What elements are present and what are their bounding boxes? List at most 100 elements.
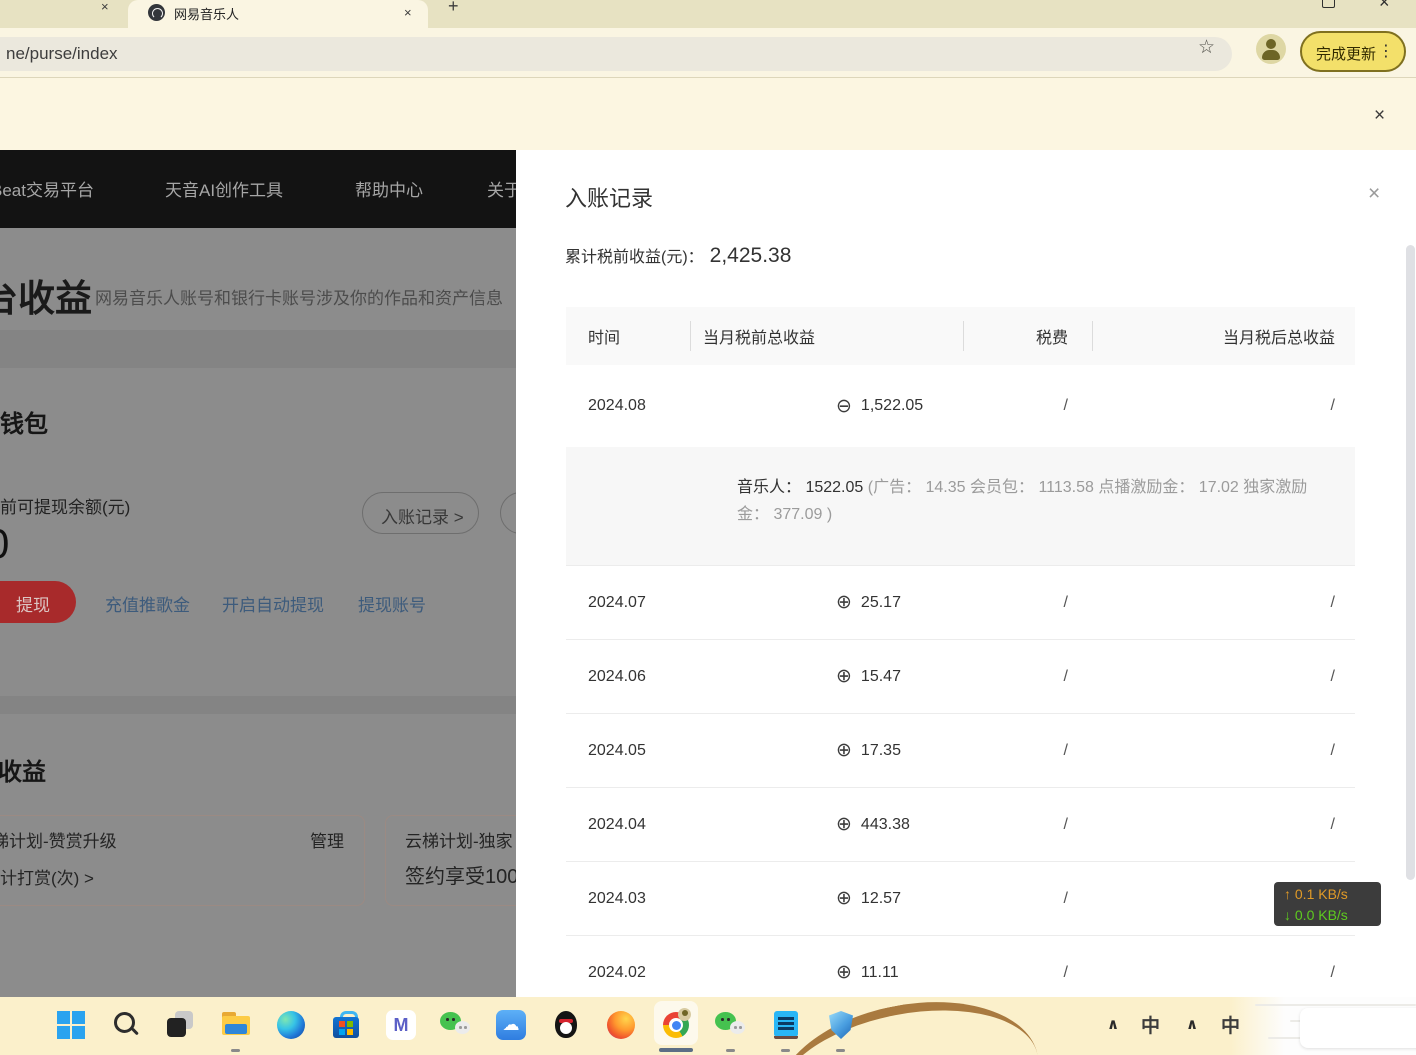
expand-icon[interactable]: ⊕ [836,593,852,612]
kebab-menu-icon[interactable]: ⋮ [1378,41,1394,61]
microsoft-store-icon[interactable] [330,1009,362,1041]
avatar-head [1266,39,1276,49]
income-records-panel: 入账记录 × 累计税前收益(元)：2,425.38 时间 当月税前总收益 税费 … [516,150,1416,997]
task-view-icon[interactable] [165,1009,197,1041]
plan-card2-title: 云梯计划-独家 [405,827,513,852]
windows-start-icon[interactable] [55,1009,87,1041]
row-tax-value: / [963,816,1092,834]
row-posttax-value: / [1092,397,1355,415]
firefox-icon[interactable] [605,1009,637,1041]
row-date: 2024.05 [566,742,690,760]
ime-indicator[interactable]: 中 [1221,1011,1240,1038]
expand-icon[interactable]: ⊕ [836,889,852,908]
detail-main: 音乐人： 1522.05 [737,479,868,496]
close-tab-icon[interactable]: × [404,6,412,19]
withdraw-button[interactable]: 提现 [0,581,76,623]
secondary-pill-button[interactable] [500,492,516,534]
row-tax-value: / [963,594,1092,612]
expand-icon[interactable]: ⊕ [836,741,852,760]
edge-icon[interactable] [275,1009,307,1041]
wallet-title: 的钱包 [0,404,48,439]
qq-icon[interactable] [550,1009,582,1041]
column-divider [690,321,691,351]
plan-card2-subtitle: 签约享受100 [405,860,516,889]
row-date: 2024.07 [566,594,690,612]
table-row[interactable]: 2024.02 ⊕11.11 / / [566,935,1355,997]
tray-popup [1300,1008,1416,1048]
ime-indicator[interactable]: 中 [1141,1011,1160,1038]
expand-icon[interactable]: ⊕ [836,963,852,982]
link-recharge[interactable]: 充值推歌金 [105,591,190,616]
file-explorer-icon[interactable] [220,1009,252,1041]
plan-card1-subtitle[interactable]: 累计打赏(次) > [0,864,94,889]
table-row[interactable]: 2024.05 ⊕17.35 / / [566,713,1355,787]
row-pretax-value: 1,522.05 [861,397,923,415]
table-row[interactable]: 2024.04 ⊕443.38 / / [566,787,1355,861]
row-tax-value: / [963,890,1092,908]
row-tax-value: / [963,964,1092,982]
plan-income-title: 划收益 [0,752,46,787]
tray-chevron-icon[interactable]: ∧ [1107,1015,1119,1033]
section-divider [0,330,516,368]
nav-item-about[interactable]: 关于 [487,176,516,201]
upload-speed: ↑ 0.1 KB/s [1284,884,1381,905]
wallpaper-streak [1255,1004,1416,1006]
scrollbar-thumb[interactable] [1406,245,1415,880]
row-tax-value: / [963,742,1092,760]
header-tax: 税费 [963,324,1092,348]
running-indicator [836,1049,845,1052]
link-withdraw-account[interactable]: 提现账号 [358,591,426,616]
row-posttax-value: / [1092,742,1355,760]
url-bar[interactable]: ne/purse/index [0,37,1232,71]
plan-card1-title: 云梯计划-赞赏升级 [0,827,117,852]
finish-update-button[interactable]: 完成更新 ⋮ [1300,31,1406,72]
table-header-row: 时间 当月税前总收益 税费 当月税后总收益 [566,307,1355,365]
tray-chevron-icon[interactable]: ∧ [1186,1015,1198,1033]
expand-icon[interactable]: ⊕ [836,815,852,834]
link-auto-withdraw[interactable]: 开启自动提现 [222,591,324,616]
tab-strip: × 网易音乐人 × + × [0,0,1416,28]
wechat-icon[interactable] [440,1009,472,1041]
search-icon[interactable] [110,1009,142,1041]
row-posttax-value: / [1092,594,1355,612]
notification-close-icon[interactable]: × [1374,105,1385,127]
security-shield-icon[interactable] [825,1009,857,1041]
chrome-icon[interactable] [660,1009,692,1041]
expand-icon[interactable]: ⊕ [836,667,852,686]
row-posttax-value: / [1092,668,1355,686]
tab-title: 网易音乐人 [174,4,239,23]
close-tab-icon[interactable]: × [101,0,109,13]
nav-item-ai-tool[interactable]: 天音AI创作工具 [165,176,283,201]
m-app-icon[interactable]: M [385,1009,417,1041]
income-section-title: 台收益 [0,268,92,322]
row-posttax-value: / [1092,964,1355,982]
table-row[interactable]: 2024.06 ⊕15.47 / / [566,639,1355,713]
cloud-app-icon[interactable]: ☁ [495,1009,527,1041]
panel-close-icon[interactable]: × [1368,182,1380,206]
table-row[interactable]: 2024.08 ⊖1,522.05 / / [566,365,1355,447]
new-tab-icon[interactable]: + [448,0,459,17]
row-tax-value: / [963,397,1092,415]
profile-avatar[interactable] [1256,34,1286,64]
collapse-icon[interactable]: ⊖ [836,397,852,416]
nav-item-beat[interactable]: Beat交易平台 [0,176,94,201]
balance-value: 0 [0,520,9,568]
window-restore-icon[interactable] [1322,0,1335,8]
income-records-button[interactable]: 入账记录 > [362,492,479,534]
total-pretax-row: 累计税前收益(元)：2,425.38 [565,243,791,268]
running-indicator [726,1049,735,1052]
row-detail-breakdown: 音乐人： 1522.05 (广告： 14.35 会员包： 1113.58 点播激… [566,447,1355,565]
notepad-icon[interactable] [770,1009,802,1041]
wechat-2-icon[interactable] [715,1009,747,1041]
window-close-icon[interactable]: × [1379,0,1390,13]
table-row[interactable]: 2024.03 ⊕12.57 / / [566,861,1355,935]
row-posttax-value: / [1092,816,1355,834]
plan-card1-manage-link[interactable]: 管理 [310,827,344,852]
nav-item-help[interactable]: 帮助中心 [355,176,423,201]
tab-netease-musician[interactable]: 网易音乐人 × [128,0,428,28]
screen: × 网易音乐人 × + × ne/purse/index ☆ 完成更新 ⋮ × … [0,0,1416,1055]
bookmark-star-icon[interactable]: ☆ [1198,36,1215,59]
site-navbar: Beat交易平台 天音AI创作工具 帮助中心 关于 [0,150,516,228]
url-text: ne/purse/index [6,44,118,64]
table-row[interactable]: 2024.07 ⊕25.17 / / [566,565,1355,639]
